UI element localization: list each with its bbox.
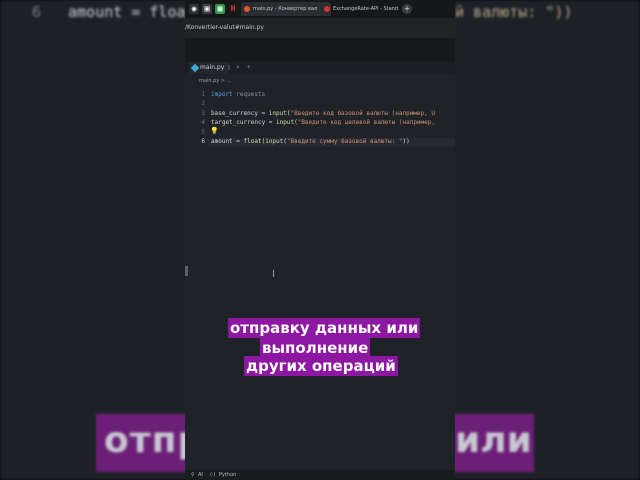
- line-number: 2: [201, 100, 205, 107]
- editor-tab-label: main.py: [200, 64, 225, 71]
- python-file-icon: [190, 63, 200, 73]
- ai-label[interactable]: AI: [198, 470, 203, 480]
- caption-line-2: выполнение: [260, 338, 371, 358]
- pinned-tab-icon[interactable]: ▣: [202, 4, 212, 14]
- new-tab-button[interactable]: +: [402, 4, 412, 14]
- video-frame: ◉ ▣ ▦ H main.py - Конвертер вал Exchange…: [185, 0, 455, 480]
- browser-tab-main-py[interactable]: main.py - Конвертер вал: [241, 2, 331, 16]
- browser-tab-label: ExchangeRate-API - Stand: [333, 6, 399, 12]
- browser-tab-label: main.py - Конвертер вал: [253, 6, 318, 12]
- code-line-4[interactable]: target_currency = input("Введите код цел…: [211, 119, 435, 126]
- line-number-gutter: 1 2 3 4 5 6: [185, 86, 207, 466]
- line-number: 5: [201, 129, 205, 136]
- line-number: 1: [201, 91, 205, 98]
- caption-line-3: других операций: [244, 356, 398, 376]
- address-bar[interactable]: /Konvertier-valut#main.py: [185, 18, 455, 38]
- panel-resize-handle[interactable]: [185, 266, 188, 276]
- language-label[interactable]: Python: [219, 470, 236, 480]
- editor-tab-bar: main.py ▯ × +: [185, 62, 455, 74]
- editor-tab-main-py[interactable]: main.py: [189, 62, 229, 74]
- h-app-icon[interactable]: H: [228, 4, 238, 14]
- exchangerate-icon: [324, 6, 330, 12]
- ide-toolbar: [185, 38, 455, 62]
- ai-icon[interactable]: ⚲: [191, 470, 195, 480]
- replit-icon: [244, 6, 250, 12]
- text-cursor-icon: [273, 270, 276, 277]
- line-number: 3: [201, 110, 205, 117]
- lightbulb-icon[interactable]: 💡: [210, 128, 219, 135]
- line-number: 4: [201, 119, 205, 126]
- close-tab-button[interactable]: ×: [236, 62, 240, 74]
- caption-line-1: отправку данных или: [228, 318, 421, 338]
- split-icon[interactable]: ▯: [227, 62, 231, 74]
- line-number-active: 6: [201, 138, 205, 145]
- breadcrumb[interactable]: main.py > ...: [185, 76, 455, 86]
- browser-tab-exchangerate[interactable]: ExchangeRate-API - Stand: [321, 2, 411, 16]
- background-code-line: 6 amount = float(: [32, 3, 204, 21]
- background-code-right: й валюты: ")): [455, 3, 573, 21]
- code-line-3[interactable]: base_currency = input("Введите код базов…: [211, 110, 435, 117]
- background-caption-right: или: [455, 420, 532, 461]
- code-icon: ⟨·⟩: [210, 472, 216, 478]
- sheets-icon[interactable]: ▦: [215, 4, 225, 14]
- code-line-1[interactable]: import requests: [211, 91, 265, 98]
- github-icon[interactable]: ◉: [189, 4, 199, 14]
- add-tab-button[interactable]: +: [247, 62, 251, 74]
- status-bar: ⚲ AI ⟨·⟩ Python: [185, 470, 455, 480]
- browser-tab-strip: ◉ ▣ ▦ H main.py - Конвертер вал Exchange…: [185, 0, 455, 18]
- code-line-6[interactable]: amount = float(input("Введите сумму базо…: [211, 138, 410, 145]
